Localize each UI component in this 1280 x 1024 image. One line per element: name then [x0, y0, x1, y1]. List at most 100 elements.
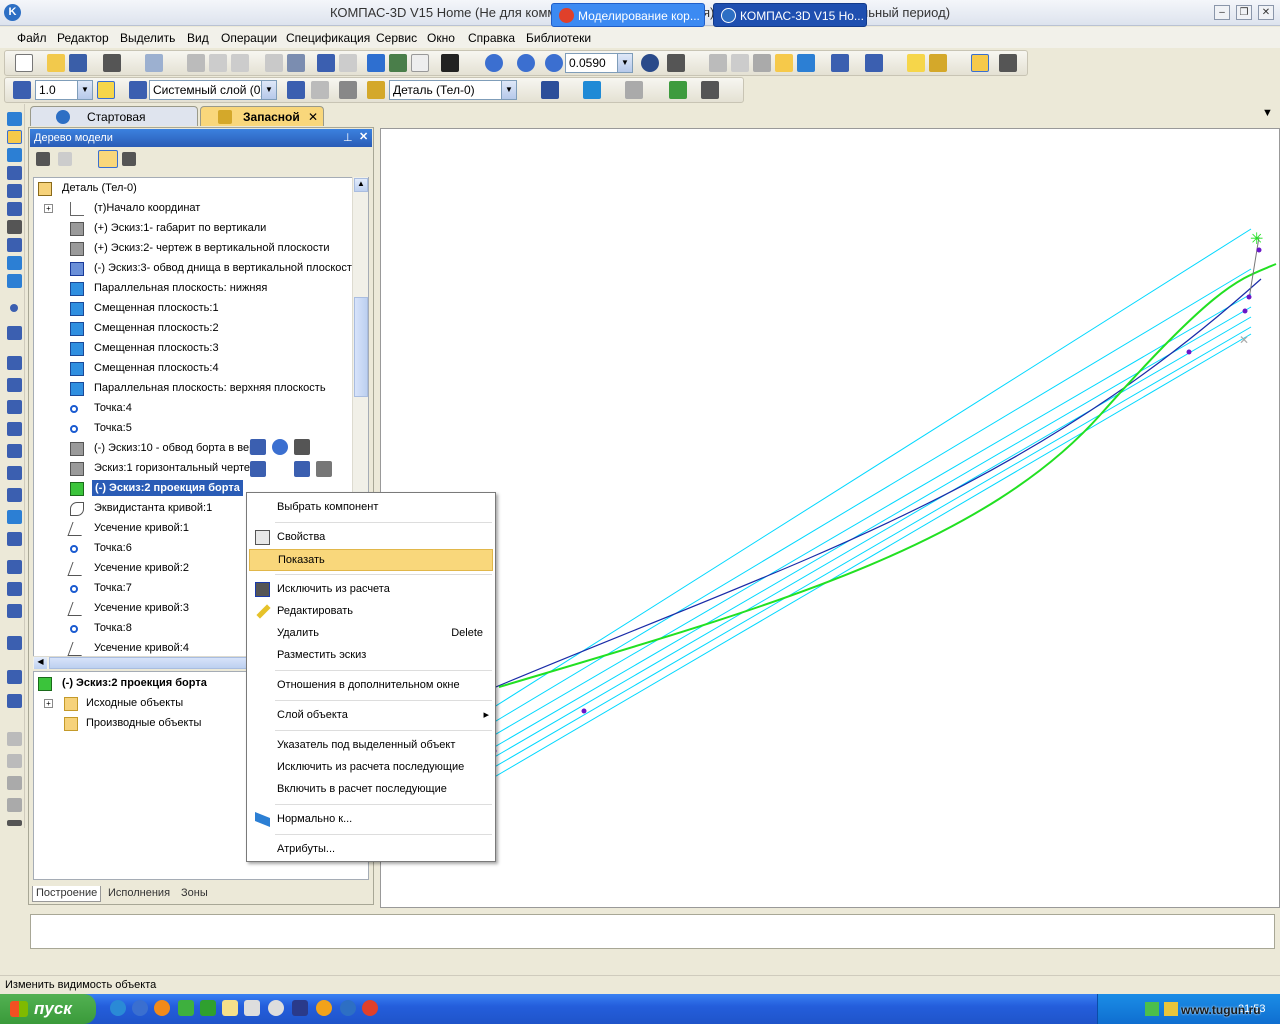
disabled-tool-4-icon[interactable] — [7, 798, 22, 812]
split-view-icon[interactable] — [122, 152, 136, 166]
utorrent-icon[interactable] — [178, 1000, 194, 1016]
scroll-up-icon[interactable]: ▲ — [354, 178, 368, 192]
sketch-tool-icon[interactable] — [287, 81, 305, 99]
spec-icon[interactable] — [7, 256, 22, 270]
texture-icon[interactable] — [625, 81, 643, 99]
variables-icon[interactable] — [389, 54, 407, 72]
part-combo[interactable]: Деталь (Тел-0) ▼ — [389, 80, 517, 100]
edit-sketch-icon[interactable] — [250, 439, 266, 455]
skype-icon[interactable] — [132, 1000, 148, 1016]
green-curve[interactable] — [498, 263, 1277, 688]
grid-snap-icon[interactable] — [97, 81, 115, 99]
part-icon[interactable] — [367, 81, 385, 99]
point-tool-icon[interactable] — [10, 304, 18, 312]
taskbar-kompas-window[interactable]: КОМПАС-3D V15 Ho... — [713, 3, 867, 27]
tab-zapasnoy[interactable]: Запасной ✕ — [200, 106, 324, 126]
menu-operations[interactable]: Операции — [221, 31, 277, 45]
color-icon[interactable] — [583, 81, 601, 99]
menu-editor[interactable]: Редактор — [57, 31, 109, 45]
media-player-icon[interactable] — [268, 1000, 284, 1016]
orientation-icon[interactable] — [667, 54, 685, 72]
tab-zones[interactable]: Зоны — [178, 886, 211, 902]
toggle-mode-icon[interactable] — [971, 54, 989, 72]
step-combo[interactable]: 1.0 ▼ — [35, 80, 93, 100]
help-pointer-icon[interactable] — [441, 54, 459, 72]
minimize-icon[interactable]: – — [1214, 5, 1230, 20]
scroll-left-icon[interactable]: ◀ — [34, 657, 47, 669]
sketch-normal-icon[interactable] — [250, 461, 266, 477]
ie-icon[interactable] — [110, 1000, 126, 1016]
break-curve-icon[interactable] — [7, 670, 22, 684]
layers-icon[interactable] — [129, 81, 147, 99]
print-icon[interactable] — [103, 54, 121, 72]
polyline-tool-icon[interactable] — [7, 356, 22, 370]
menu-help[interactable]: Справка — [468, 31, 515, 45]
zoom-to-icon[interactable] — [272, 439, 288, 455]
formula-curve-icon[interactable] — [7, 532, 22, 546]
structure-view-icon[interactable] — [58, 152, 72, 166]
zoom-scale-combo[interactable]: 0.0590 ▼ — [565, 53, 633, 73]
close-tab-icon[interactable]: ✕ — [308, 110, 318, 124]
measure-ctx-icon[interactable] — [294, 439, 310, 455]
component-icon[interactable] — [929, 54, 947, 72]
zoom-icon[interactable] — [485, 54, 503, 72]
video-icon[interactable] — [292, 1000, 308, 1016]
redo-icon[interactable] — [339, 54, 357, 72]
wireframe-icon[interactable] — [709, 54, 727, 72]
select-filter-icon[interactable] — [865, 54, 883, 72]
menu-window[interactable]: Окно — [427, 31, 455, 45]
chevron-down-icon[interactable]: ▼ — [77, 81, 92, 99]
mass-icon[interactable] — [669, 81, 687, 99]
reports-icon[interactable] — [7, 274, 22, 288]
blender-icon[interactable] — [316, 1000, 332, 1016]
extend-curve-icon[interactable] — [7, 694, 22, 708]
intersect-curve-icon[interactable] — [7, 560, 22, 574]
plane-tool-icon[interactable] — [311, 81, 329, 99]
helix-tool-icon[interactable] — [7, 422, 22, 436]
spatial-curves-icon[interactable] — [7, 130, 22, 144]
menu-select[interactable]: Выделить — [120, 31, 175, 45]
documents-icon[interactable] — [244, 1000, 260, 1016]
selection-icon[interactable] — [7, 238, 22, 252]
tab-start-page[interactable]: Стартовая страница — [30, 106, 198, 138]
relations-toggle-icon[interactable] — [98, 150, 118, 168]
copy-icon[interactable] — [209, 54, 227, 72]
delete-ctx-icon[interactable] — [294, 461, 310, 477]
scroll-thumb[interactable] — [354, 297, 368, 397]
disabled-tool-3-icon[interactable] — [7, 776, 22, 790]
properties-list-icon[interactable] — [287, 54, 305, 72]
coil-tool-icon[interactable] — [7, 444, 22, 458]
zoom-window-icon[interactable] — [517, 54, 535, 72]
tabs-dropdown-icon[interactable]: ▼ — [1262, 107, 1273, 119]
offset-curve-icon[interactable] — [7, 582, 22, 596]
fillet-curve-icon[interactable] — [7, 604, 22, 618]
network-icon[interactable] — [1145, 1002, 1159, 1016]
context-menu-item[interactable]: Удалить Delete — [249, 623, 493, 645]
context-menu-item[interactable]: Исключить из расчета — [249, 579, 493, 601]
menu-libraries[interactable]: Библиотеки — [526, 31, 591, 45]
undo-icon[interactable] — [317, 54, 335, 72]
chevron-down-icon[interactable]: ▼ — [261, 81, 276, 99]
chevron-down-icon[interactable]: ▼ — [501, 81, 516, 99]
surfaces-icon[interactable] — [7, 148, 22, 162]
taskbar-chrome-window[interactable]: Моделирование кор... — [551, 3, 705, 27]
expand-icon[interactable]: + — [44, 699, 53, 708]
start-button[interactable]: пуск — [0, 994, 96, 1024]
panel-close-icon[interactable]: ✕ — [359, 130, 368, 143]
disabled-tool-icon[interactable] — [7, 732, 22, 746]
arc-tool-icon[interactable] — [7, 400, 22, 414]
format-brush-icon[interactable] — [265, 54, 283, 72]
aux-geometry-icon[interactable] — [7, 184, 22, 198]
model-viewport[interactable]: ✳ ✕ — [380, 128, 1280, 908]
save-icon[interactable] — [69, 54, 87, 72]
shaded-edges-icon[interactable] — [797, 54, 815, 72]
expand-icon[interactable]: + — [44, 204, 53, 213]
measure-icon[interactable] — [7, 220, 22, 234]
spline-tool-icon[interactable] — [7, 326, 22, 340]
shaded-icon[interactable] — [775, 54, 793, 72]
function-icon[interactable] — [411, 54, 429, 72]
library-manager-icon[interactable] — [999, 54, 1017, 72]
properties-ctx-icon[interactable] — [316, 461, 332, 477]
thin-lines-icon[interactable] — [753, 54, 771, 72]
context-menu-item[interactable]: Указатель под выделенный объект — [249, 735, 493, 757]
